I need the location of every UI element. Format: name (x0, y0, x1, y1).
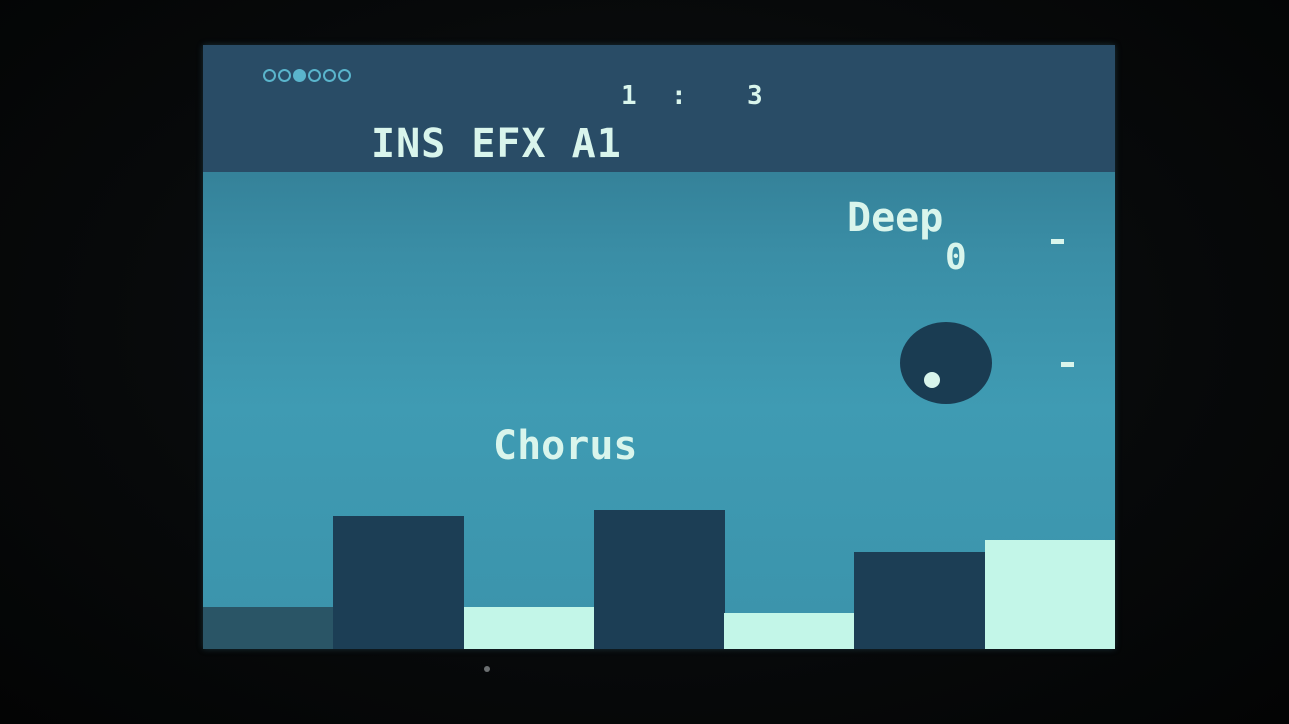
parameter-value: 0 (945, 237, 967, 278)
page-dot (263, 69, 276, 82)
level-bar (724, 613, 855, 649)
dash-marker-top (1051, 239, 1064, 244)
page-dot (293, 69, 306, 82)
position-separator: : (671, 81, 687, 111)
level-bar (854, 552, 985, 649)
effect-name: Chorus (493, 423, 638, 469)
level-bar (203, 607, 334, 649)
page-title: INS EFX A1 (371, 121, 622, 167)
position-b: 3 (747, 81, 763, 111)
bezel-led (484, 666, 490, 672)
page-indicator (263, 69, 351, 82)
level-bar (985, 540, 1115, 649)
page-dot (308, 69, 321, 82)
parameter-name: Deep (847, 195, 944, 241)
dash-marker-middle (1061, 362, 1074, 367)
screen-header: 1 : 3 INS EFX A1 (203, 45, 1115, 172)
level-bar (333, 516, 464, 649)
page-dot (323, 69, 336, 82)
level-bar (464, 607, 595, 649)
knob-indicator-dot (924, 372, 940, 388)
deep-knob[interactable] (900, 322, 992, 404)
level-bar (594, 510, 725, 649)
lcd-screen: 1 : 3 INS EFX A1 Deep 0 Chorus (203, 45, 1115, 649)
page-dot (278, 69, 291, 82)
position-a: 1 (621, 81, 637, 111)
page-dot (338, 69, 351, 82)
device-bezel: 1 : 3 INS EFX A1 Deep 0 Chorus (0, 0, 1289, 724)
